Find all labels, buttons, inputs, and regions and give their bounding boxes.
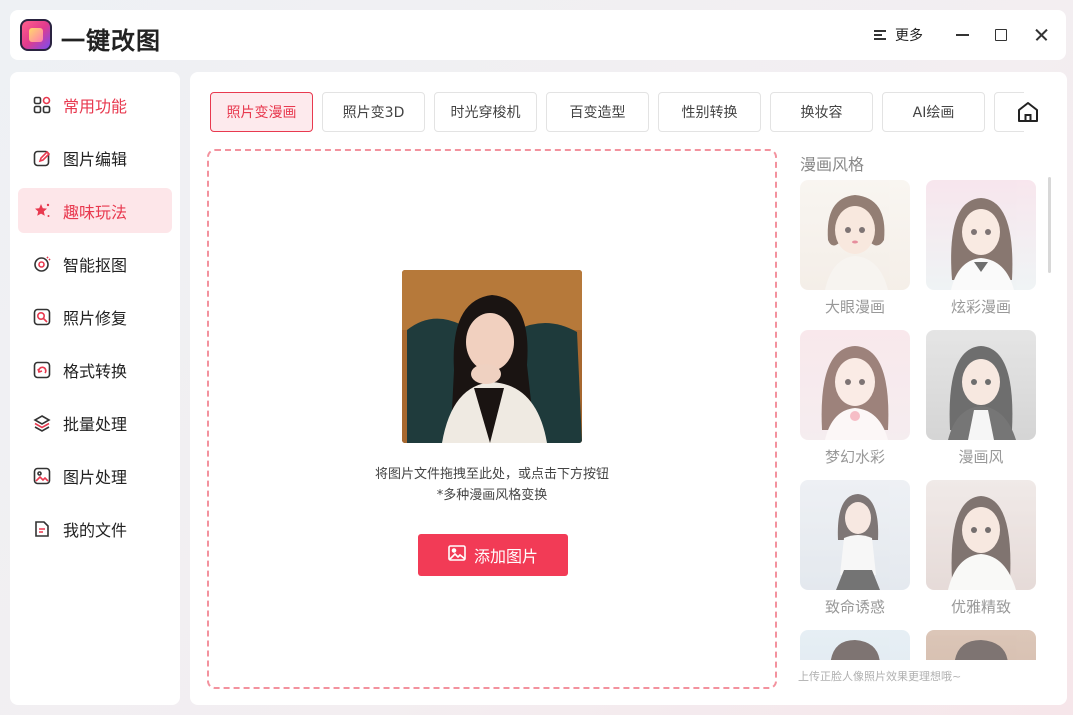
maximize-button[interactable] — [989, 23, 1013, 47]
sidebar-item-batch[interactable]: 批量处理 — [18, 400, 172, 445]
layers-icon — [33, 414, 51, 432]
sidebar-item-label: 图片编辑 — [63, 149, 128, 169]
main-panel: 照片变漫画 照片变3D 时光穿梭机 百变造型 性别转换 换妆容 AI绘画 将图片… — [190, 72, 1067, 705]
add-image-label: 添加图片 — [473, 547, 538, 566]
repair-icon — [33, 308, 51, 326]
more-menu-button[interactable]: 更多 — [874, 24, 923, 46]
sidebar: 常用功能 图片编辑 趣味玩法 智能抠图 照片修复 格式转换 批量处理 图片处理 … — [10, 72, 180, 705]
image-icon — [33, 467, 51, 485]
upload-tip: 上传正脸人像照片效果更理想哦~ — [798, 670, 962, 683]
style-name: 漫画风 — [958, 448, 1004, 466]
sidebar-item-label: 图片处理 — [63, 467, 128, 487]
upload-dropzone[interactable]: 将图片文件拖拽至此处，或点击下方按钮 *多种漫画风格变换 添加图片 — [207, 149, 777, 689]
file-icon — [33, 520, 51, 538]
sidebar-item-label: 趣味玩法 — [63, 202, 128, 222]
sidebar-item-label: 照片修复 — [63, 308, 128, 328]
style-card-8[interactable] — [926, 630, 1036, 660]
style-card-watercolor[interactable]: 梦幻水彩 — [800, 330, 910, 467]
style-list-scrollbar[interactable] — [1048, 177, 1051, 273]
tab-time-travel[interactable]: 时光穿梭机 — [434, 92, 537, 132]
sidebar-item-label: 我的文件 — [63, 520, 128, 540]
sidebar-item-convert[interactable]: 格式转换 — [18, 347, 172, 392]
sidebar-item-label: 格式转换 — [63, 361, 128, 381]
sidebar-item-repair[interactable]: 照片修复 — [18, 294, 172, 339]
sidebar-item-cutout[interactable]: 智能抠图 — [18, 241, 172, 286]
more-label: 更多 — [895, 28, 923, 44]
image-icon — [448, 545, 466, 565]
title-bar: 一键改图 更多 — [10, 10, 1066, 60]
upload-hint: 将图片文件拖拽至此处，或点击下方按钮 — [374, 467, 609, 482]
tab-gender-swap[interactable]: 性别转换 — [658, 92, 761, 132]
grid-icon — [33, 96, 51, 114]
sidebar-item-common[interactable]: 常用功能 — [18, 82, 172, 127]
tab-makeup[interactable]: 换妆容 — [770, 92, 873, 132]
sidebar-item-label: 批量处理 — [63, 414, 128, 434]
style-name: 炫彩漫画 — [950, 298, 1011, 316]
style-card-big-eyes[interactable]: 大眼漫画 — [800, 180, 910, 317]
tab-style-change[interactable]: 百变造型 — [546, 92, 649, 132]
style-name: 大眼漫画 — [824, 298, 885, 316]
sidebar-item-image-process[interactable]: 图片处理 — [18, 453, 172, 498]
upload-subhint: *多种漫画风格变换 — [436, 488, 548, 503]
sidebar-item-fun[interactable]: 趣味玩法 — [18, 188, 172, 233]
add-image-button[interactable]: 添加图片 — [418, 534, 568, 576]
style-card-fatal-charm[interactable]: 致命诱惑 — [800, 480, 910, 617]
tab-photo-to-comic[interactable]: 照片变漫画 — [210, 92, 313, 132]
menu-icon — [874, 29, 886, 41]
style-grid: 大眼漫画 炫彩漫画 梦幻水彩 漫画风 致命诱惑 优雅精致 — [800, 180, 1046, 660]
app-logo — [20, 19, 52, 51]
style-thumbnail — [926, 480, 1036, 590]
style-section-title: 漫画风格 — [800, 155, 865, 174]
tab-photo-to-3d[interactable]: 照片变3D — [322, 92, 425, 132]
sample-photo — [402, 270, 582, 443]
feature-tabs: 照片变漫画 照片变3D 时光穿梭机 百变造型 性别转换 换妆容 AI绘画 — [210, 92, 1024, 132]
style-name: 致命诱惑 — [824, 598, 885, 616]
style-thumbnail — [926, 330, 1036, 440]
style-thumbnail — [800, 330, 910, 440]
style-thumbnail — [926, 180, 1036, 290]
app-title: 一键改图 — [61, 27, 161, 55]
sidebar-item-label: 常用功能 — [63, 96, 128, 116]
cutout-icon — [33, 255, 51, 273]
star-sparkle-icon — [33, 202, 51, 220]
style-thumbnail — [800, 630, 910, 660]
style-thumbnail — [926, 630, 1036, 660]
tab-ai-paint[interactable]: AI绘画 — [882, 92, 985, 132]
edit-icon — [33, 149, 51, 167]
minimize-button[interactable] — [950, 23, 974, 47]
style-card-comic[interactable]: 漫画风 — [926, 330, 1036, 467]
style-name: 梦幻水彩 — [824, 448, 885, 466]
home-icon[interactable] — [1016, 100, 1040, 124]
style-card-elegant[interactable]: 优雅精致 — [926, 480, 1036, 617]
style-name: 优雅精致 — [950, 598, 1011, 616]
convert-icon — [33, 361, 51, 379]
sidebar-item-label: 智能抠图 — [63, 255, 128, 275]
sidebar-item-my-files[interactable]: 我的文件 — [18, 506, 172, 551]
close-button[interactable] — [1029, 23, 1053, 47]
style-thumbnail — [800, 180, 910, 290]
style-card-7[interactable] — [800, 630, 910, 660]
sidebar-item-image-edit[interactable]: 图片编辑 — [18, 135, 172, 180]
style-thumbnail — [800, 480, 910, 590]
style-card-colorful[interactable]: 炫彩漫画 — [926, 180, 1036, 317]
